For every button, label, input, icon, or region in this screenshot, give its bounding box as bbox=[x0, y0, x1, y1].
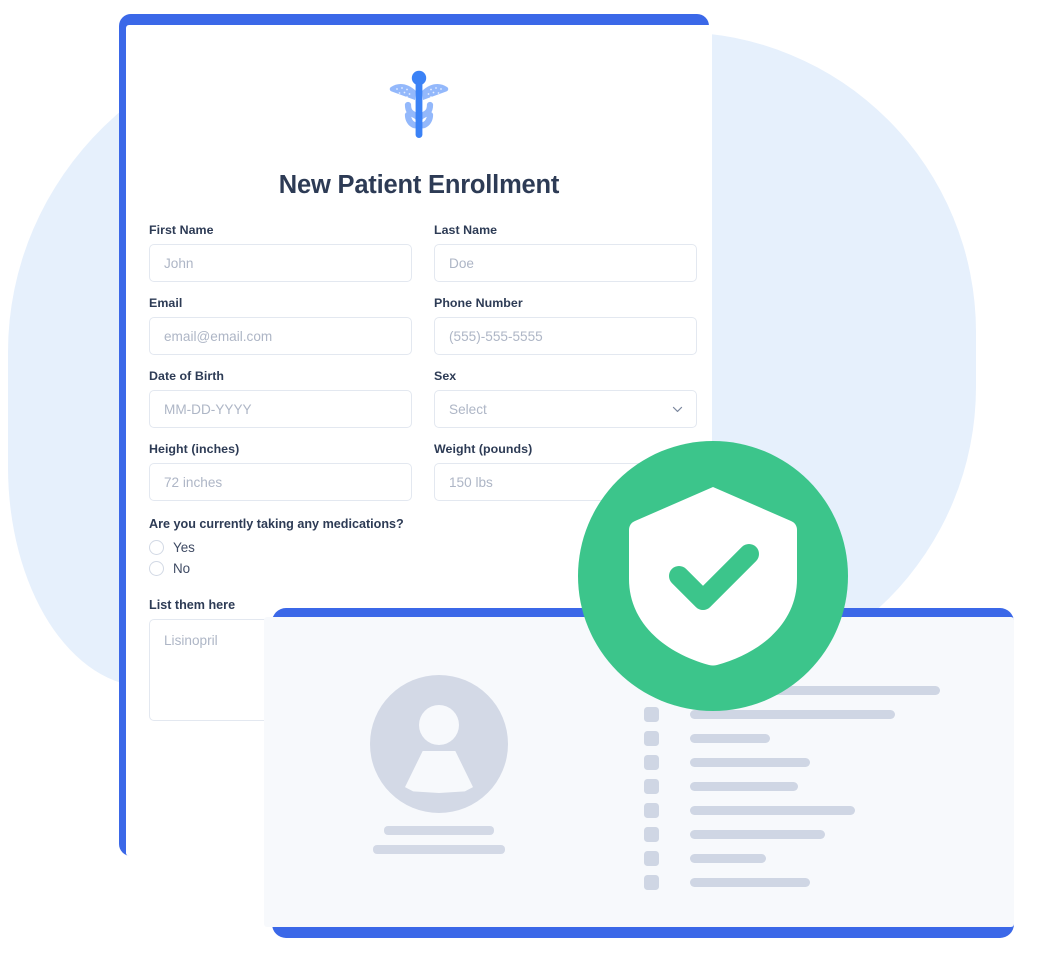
record-list bbox=[644, 679, 974, 895]
field-group-last-name: Last Name bbox=[434, 223, 697, 282]
user-avatar-icon bbox=[370, 675, 508, 813]
record-list-item bbox=[644, 847, 974, 870]
record-list-item bbox=[644, 775, 974, 798]
record-list-item bbox=[644, 823, 974, 846]
phone-number-label: Phone Number bbox=[434, 296, 523, 310]
field-group-first-name: First Name bbox=[149, 223, 412, 282]
avatar-head-shape bbox=[419, 705, 459, 745]
date-of-birth-input[interactable] bbox=[149, 390, 412, 428]
sex-select-wrapper: Select bbox=[434, 390, 697, 428]
shield-check-badge bbox=[578, 441, 848, 711]
email-input[interactable] bbox=[149, 317, 412, 355]
field-group-sex: Sex Select bbox=[434, 369, 697, 428]
field-group-height: Height (inches) bbox=[149, 442, 412, 501]
radio-label-no: No bbox=[173, 561, 191, 576]
radio-label-yes: Yes bbox=[173, 540, 195, 555]
list-bullet-icon bbox=[644, 731, 659, 746]
last-name-input[interactable] bbox=[434, 244, 697, 282]
list-bullet-icon bbox=[644, 707, 659, 722]
sex-select-value: Select bbox=[449, 401, 487, 417]
illustration-stage: New Patient Enrollment First Name Last N… bbox=[0, 0, 1041, 966]
field-group-date-of-birth: Date of Birth bbox=[149, 369, 412, 428]
list-placeholder-line bbox=[690, 782, 798, 791]
avatar-placeholder-bar bbox=[384, 826, 494, 835]
page-title: New Patient Enrollment bbox=[278, 171, 560, 199]
list-placeholder-line bbox=[690, 830, 825, 839]
date-of-birth-label: Date of Birth bbox=[149, 369, 224, 383]
height-input[interactable] bbox=[149, 463, 412, 501]
list-placeholder-line bbox=[690, 734, 770, 743]
list-placeholder-line bbox=[690, 878, 810, 887]
list-bullet-icon bbox=[644, 779, 659, 794]
phone-number-input[interactable] bbox=[434, 317, 697, 355]
sex-label: Sex bbox=[434, 369, 457, 383]
last-name-label: Last Name bbox=[434, 223, 498, 237]
form-row-name: First Name Last Name bbox=[149, 223, 697, 282]
height-label: Height (inches) bbox=[149, 442, 240, 456]
caduceus-icon bbox=[126, 69, 712, 141]
email-label: Email bbox=[149, 296, 183, 310]
record-list-item bbox=[644, 871, 974, 894]
list-bullet-icon bbox=[644, 755, 659, 770]
first-name-label: First Name bbox=[149, 223, 214, 237]
form-row-contact: Email Phone Number bbox=[149, 296, 697, 355]
form-row-dob-sex: Date of Birth Sex Select bbox=[149, 369, 697, 428]
list-placeholder-line bbox=[690, 854, 766, 863]
list-bullet-icon bbox=[644, 803, 659, 818]
avatar-body-shape bbox=[405, 751, 473, 793]
record-list-item bbox=[644, 799, 974, 822]
radio-circle-icon bbox=[149, 561, 164, 576]
list-bullet-icon bbox=[644, 827, 659, 842]
list-bullet-icon bbox=[644, 875, 659, 890]
avatar-block bbox=[344, 675, 534, 854]
radio-circle-icon bbox=[149, 540, 164, 555]
avatar-placeholder-bar bbox=[373, 845, 505, 854]
list-placeholder-line bbox=[690, 758, 810, 767]
list-placeholder-line bbox=[690, 710, 895, 719]
record-list-item bbox=[644, 751, 974, 774]
sex-select[interactable]: Select bbox=[434, 390, 697, 428]
list-placeholder-line bbox=[690, 806, 855, 815]
field-group-phone-number: Phone Number bbox=[434, 296, 697, 355]
list-bullet-icon bbox=[644, 851, 659, 866]
field-group-email: Email bbox=[149, 296, 412, 355]
record-list-item bbox=[644, 727, 974, 750]
first-name-input[interactable] bbox=[149, 244, 412, 282]
